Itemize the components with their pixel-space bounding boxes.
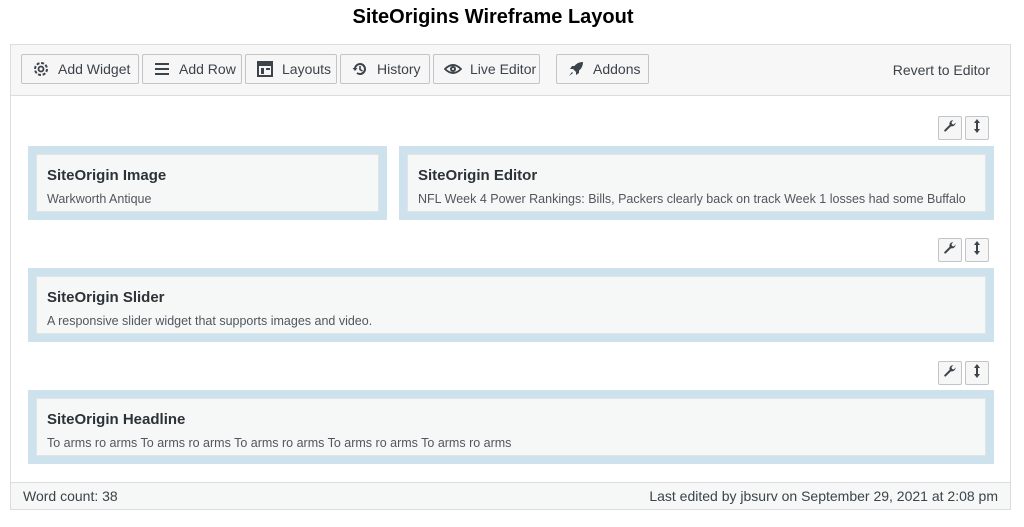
row-settings-button[interactable] bbox=[938, 361, 962, 385]
widget-siteorigin-editor[interactable]: SiteOrigin Editor NFL Week 4 Power Ranki… bbox=[407, 154, 986, 212]
row-tools bbox=[938, 361, 989, 385]
builder-toolbar: Add Widget Add Row Layouts History Live … bbox=[11, 45, 1010, 96]
gear-icon bbox=[32, 60, 50, 78]
move-vertical-icon bbox=[972, 118, 982, 138]
row-move-handle[interactable] bbox=[965, 116, 989, 140]
widget-title: SiteOrigin Image bbox=[47, 167, 167, 184]
widget-title: SiteOrigin Headline bbox=[47, 411, 186, 428]
row-settings-button[interactable] bbox=[938, 116, 962, 140]
row-cell: SiteOrigin Editor NFL Week 4 Power Ranki… bbox=[399, 146, 994, 220]
eye-icon bbox=[444, 60, 462, 78]
addons-label: Addons bbox=[593, 61, 641, 77]
move-vertical-icon bbox=[972, 240, 982, 260]
wrench-icon bbox=[943, 119, 957, 138]
row-move-handle[interactable] bbox=[965, 238, 989, 262]
rocket-icon bbox=[567, 60, 585, 78]
widget-description: Warkworth Antique bbox=[47, 192, 152, 206]
widget-description: NFL Week 4 Power Rankings: Bills, Packer… bbox=[418, 192, 966, 206]
wrench-icon bbox=[943, 241, 957, 260]
status-bar: Word count: 38 Last edited by jbsurv on … bbox=[11, 482, 1010, 509]
last-edited: Last edited by jbsurv on September 29, 2… bbox=[649, 488, 998, 504]
layouts-label: Layouts bbox=[282, 61, 332, 77]
row-cell: SiteOrigin Slider A responsive slider wi… bbox=[28, 268, 994, 342]
widget-siteorigin-image[interactable]: SiteOrigin Image Warkworth Antique bbox=[36, 154, 379, 212]
row-tools bbox=[938, 116, 989, 140]
add-widget-button[interactable]: Add Widget bbox=[21, 54, 139, 84]
word-count: Word count: 38 bbox=[23, 488, 118, 504]
move-vertical-icon bbox=[972, 363, 982, 383]
page-builder-panel: Add Widget Add Row Layouts History Live … bbox=[10, 44, 1011, 510]
layouts-button[interactable]: Layouts bbox=[245, 54, 337, 84]
add-widget-label: Add Widget bbox=[58, 61, 131, 77]
live-editor-button[interactable]: Live Editor bbox=[433, 54, 540, 84]
rows-icon bbox=[153, 60, 171, 78]
row-settings-button[interactable] bbox=[938, 238, 962, 262]
widget-title: SiteOrigin Editor bbox=[418, 167, 538, 184]
layout-icon bbox=[256, 60, 274, 78]
live-editor-label: Live Editor bbox=[470, 61, 537, 77]
add-row-label: Add Row bbox=[179, 61, 236, 77]
row-move-handle[interactable] bbox=[965, 361, 989, 385]
widget-siteorigin-slider[interactable]: SiteOrigin Slider A responsive slider wi… bbox=[36, 276, 986, 334]
history-icon bbox=[351, 60, 369, 78]
add-row-button[interactable]: Add Row bbox=[142, 54, 242, 84]
revert-to-editor-link[interactable]: Revert to Editor bbox=[893, 62, 990, 78]
widget-title: SiteOrigin Slider bbox=[47, 289, 165, 306]
widget-description: To arms ro arms To arms ro arms To arms … bbox=[47, 436, 512, 450]
wrench-icon bbox=[943, 364, 957, 383]
addons-button[interactable]: Addons bbox=[556, 54, 649, 84]
row-cell: SiteOrigin Image Warkworth Antique bbox=[28, 146, 387, 220]
widget-siteorigin-headline[interactable]: SiteOrigin Headline To arms ro arms To a… bbox=[36, 398, 986, 456]
row-cell: SiteOrigin Headline To arms ro arms To a… bbox=[28, 390, 994, 464]
history-button[interactable]: History bbox=[340, 54, 430, 84]
page-title: SiteOrigins Wireframe Layout bbox=[352, 6, 634, 28]
widget-description: A responsive slider widget that supports… bbox=[47, 314, 373, 328]
row-tools bbox=[938, 238, 989, 262]
history-label: History bbox=[377, 61, 421, 77]
